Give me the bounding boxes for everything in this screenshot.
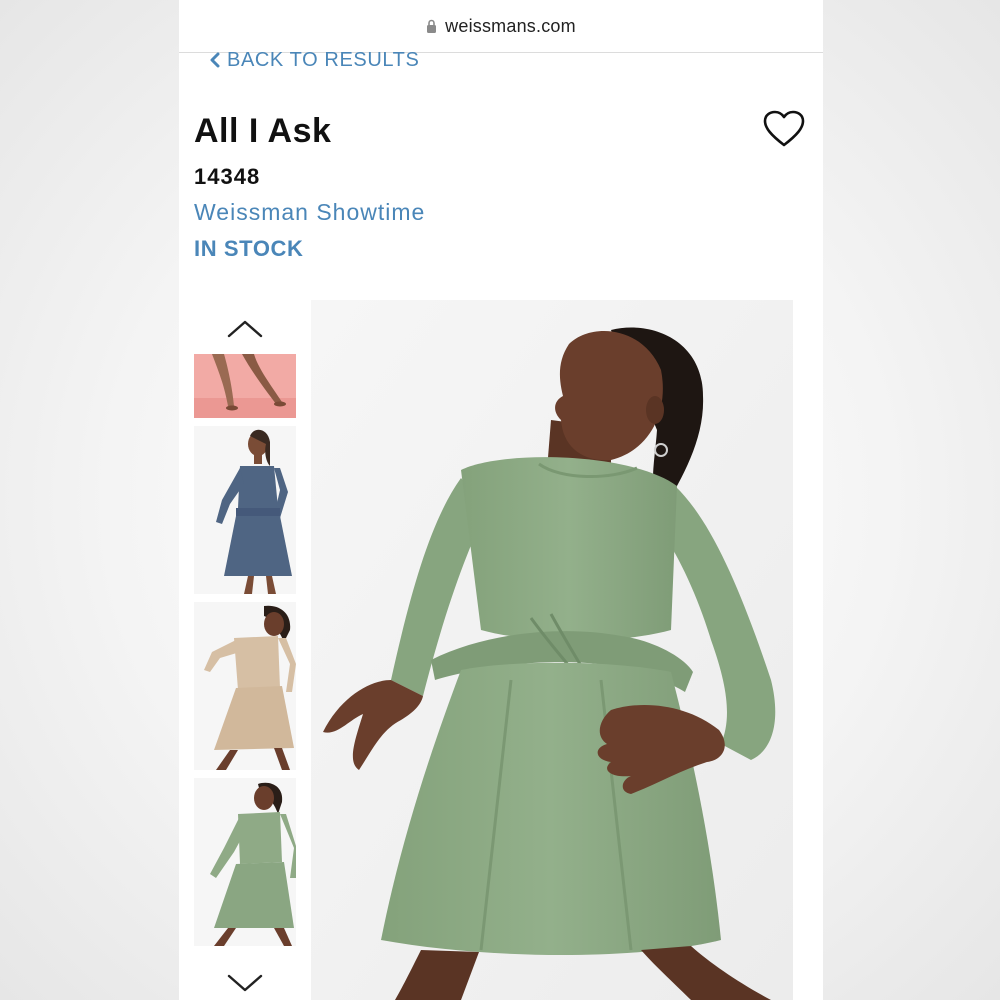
chevron-down-icon[interactable] [225, 972, 265, 994]
thumbnail-image [194, 354, 296, 418]
url-text: weissmans.com [445, 15, 576, 36]
product-photo [311, 300, 793, 1000]
gallery-thumbnail[interactable] [194, 426, 296, 594]
back-link-label: BACK TO RESULTS [227, 48, 420, 71]
phone-screen: weissmans.com BACK TO RESULTS All I Ask … [179, 0, 823, 1000]
stock-status: IN STOCK [194, 236, 304, 261]
gallery-thumbnail[interactable] [194, 354, 296, 418]
gallery-thumbnail[interactable] [194, 778, 296, 946]
chevron-left-icon [210, 52, 220, 68]
main-product-image[interactable] [311, 300, 793, 1000]
product-title: All I Ask [194, 112, 332, 150]
chevron-up-icon[interactable] [225, 318, 265, 340]
lock-icon [427, 19, 437, 33]
thumbnail-image [194, 602, 296, 770]
heart-icon[interactable] [763, 110, 805, 148]
brand-link[interactable]: Weissman Showtime [194, 199, 425, 226]
product-sku: 14348 [194, 164, 261, 189]
gallery-thumbnail[interactable] [194, 602, 296, 770]
back-to-results-link[interactable]: BACK TO RESULTS [209, 46, 419, 74]
thumbnail-image [194, 426, 296, 594]
thumbnail-image [194, 778, 296, 946]
